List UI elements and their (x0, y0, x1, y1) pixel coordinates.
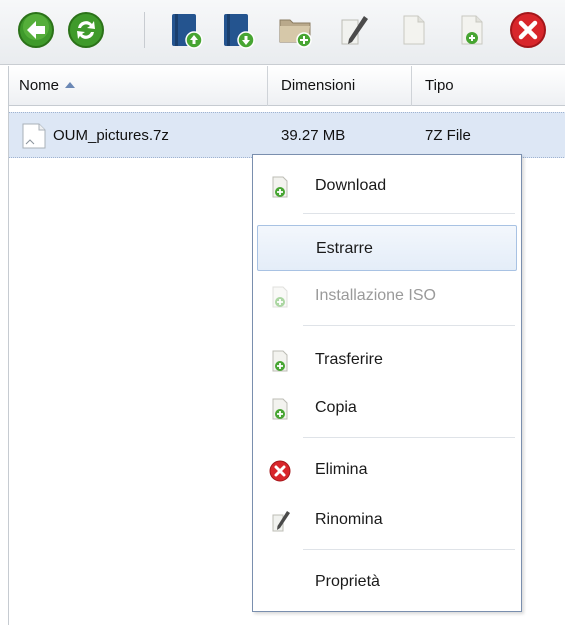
column-size-label: Dimensioni (281, 77, 356, 94)
toolbar-separator (144, 12, 145, 48)
page-add-icon (461, 15, 483, 45)
menu-item-label: Trasferire (315, 351, 383, 368)
menu-item-install-iso[interactable]: Installazione ISO (257, 273, 517, 319)
menu-item-delete[interactable]: Elimina (257, 447, 517, 493)
menu-item-label: Installazione ISO (315, 287, 436, 304)
menu-item-download[interactable]: Download (257, 163, 517, 209)
refresh-icon (68, 12, 104, 48)
menu-separator (303, 437, 515, 438)
new-file-button[interactable] (452, 10, 492, 50)
column-name-header[interactable]: Nome (9, 66, 267, 106)
menu-separator (303, 213, 515, 214)
back-button[interactable] (16, 10, 56, 50)
column-size-header[interactable]: Dimensioni (271, 66, 411, 106)
menu-item-label: Download (315, 177, 387, 194)
menu-item-label: Copia (315, 399, 357, 416)
pencil-paper-icon (272, 511, 290, 532)
page-icon (403, 15, 425, 45)
toolbar (0, 0, 565, 65)
new-folder-button[interactable] (276, 10, 316, 50)
column-header: Nome Dimensioni Tipo (8, 66, 565, 106)
menu-item-label: Rinomina (315, 511, 383, 528)
page-add-icon (272, 286, 288, 308)
page-add-icon (272, 398, 288, 420)
column-separator[interactable] (267, 66, 268, 106)
column-type-label: Tipo (425, 77, 454, 94)
menu-item-extract[interactable]: Estrarre (257, 225, 517, 271)
arrow-left-circle-icon (18, 12, 54, 48)
upload-button[interactable] (166, 10, 206, 50)
menu-item-rename[interactable]: Rinomina (257, 497, 517, 543)
menu-item-label: Proprietà (315, 573, 380, 590)
delete-icon (269, 460, 291, 482)
folder-add-icon (279, 19, 312, 48)
file-name: OUM_pictures.7z (53, 127, 169, 144)
edit-button[interactable] (334, 10, 374, 50)
file-size: 39.27 MB (281, 127, 346, 144)
menu-item-properties[interactable]: Proprietà (257, 559, 517, 605)
page-add-icon (272, 176, 288, 198)
column-type-header[interactable]: Tipo (415, 66, 565, 106)
file-type: 7Z File (425, 127, 471, 144)
file-icon (22, 123, 46, 149)
refresh-button[interactable] (66, 10, 106, 50)
menu-item-label: Estrarre (316, 240, 373, 257)
table-row[interactable]: OUM_pictures.7z 39.27 MB 7Z File (9, 112, 565, 158)
upload-book-icon (172, 14, 203, 49)
delete-icon (510, 12, 546, 48)
context-menu: Download Estrarre Installazione ISO Tras… (252, 154, 522, 612)
menu-item-label: Elimina (315, 461, 368, 478)
sort-ascending-icon (65, 82, 76, 88)
delete-button[interactable] (508, 10, 548, 50)
pencil-paper-icon (341, 16, 368, 45)
column-name-label: Nome (19, 77, 60, 94)
column-separator[interactable] (411, 66, 412, 106)
menu-separator (303, 325, 515, 326)
menu-item-transfer[interactable]: Trasferire (257, 337, 517, 383)
download-button[interactable] (218, 10, 258, 50)
page-add-icon (272, 350, 288, 372)
menu-separator (303, 549, 515, 550)
copy-button[interactable] (394, 10, 434, 50)
menu-item-copy[interactable]: Copia (257, 385, 517, 431)
download-book-icon (224, 14, 255, 49)
